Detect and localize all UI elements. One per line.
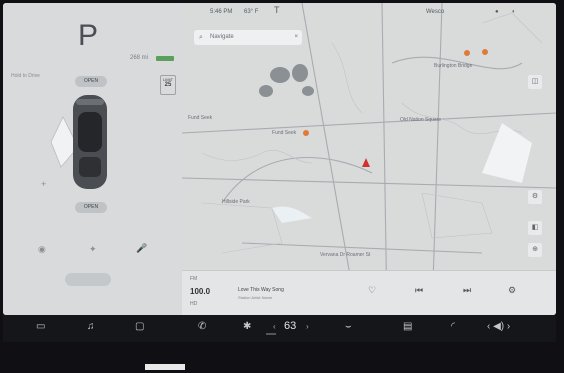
lte-icon: ● bbox=[495, 9, 499, 15]
glare-reflection bbox=[145, 364, 185, 370]
current-location-icon bbox=[362, 158, 370, 167]
media-settings-icon[interactable]: ⚙ bbox=[508, 285, 516, 296]
headlights-icon[interactable]: ◉ bbox=[38, 244, 46, 255]
map-street-label: Vervana Dr Roamer St bbox=[320, 252, 371, 258]
poi-marker-icon[interactable] bbox=[303, 130, 309, 136]
map-label: Burlington Bridge bbox=[434, 63, 473, 69]
music-icon[interactable]: ♫ bbox=[87, 321, 95, 332]
volume-icon[interactable]: ‹ ◀) › bbox=[487, 321, 510, 332]
car-status-panel: P 268 mi Hold to Drive OPEN LIMIT 25 + O… bbox=[3, 3, 182, 315]
media-artist: Station Artist Name bbox=[238, 295, 273, 300]
map-layers-icon[interactable]: ◧ bbox=[528, 221, 542, 235]
microphone-icon[interactable]: 🎤 bbox=[136, 243, 147, 254]
recenter-icon[interactable]: ⊕ bbox=[528, 243, 542, 257]
cabin-temperature: 63 bbox=[284, 320, 297, 332]
next-track-icon[interactable]: ⏭ bbox=[463, 285, 471, 296]
status-label: Wesco bbox=[426, 9, 445, 15]
side-info: Hold to Drive bbox=[11, 73, 40, 79]
navigate-search-field[interactable]: ⌕ Navigate × bbox=[194, 30, 302, 45]
map-label: Fund Seek bbox=[272, 130, 297, 136]
speed-limit-value: 25 bbox=[164, 82, 172, 88]
map-roads bbox=[182, 3, 556, 315]
map-zoom-icon[interactable]: ◫ bbox=[528, 75, 542, 89]
poi-marker-icon[interactable] bbox=[464, 50, 470, 56]
previous-track-icon[interactable]: ⏮ bbox=[415, 285, 423, 296]
battery-icon bbox=[156, 56, 174, 61]
search-icon: ⌕ bbox=[199, 34, 203, 41]
status-light bbox=[266, 333, 276, 335]
app-launcher-icon[interactable]: ▢ bbox=[135, 321, 144, 332]
search-placeholder: Navigate bbox=[210, 34, 234, 40]
car-menu-button[interactable] bbox=[65, 273, 111, 286]
clock: 5:46 PM bbox=[210, 9, 233, 15]
favorite-icon[interactable]: ♡ bbox=[368, 285, 376, 296]
map-label: Old Nation Square bbox=[400, 117, 442, 123]
navigation-map[interactable]: 5:46 PM 63° F T Wesco ● ◐ ⌕ Navigate × F… bbox=[182, 3, 556, 315]
poi-marker-icon[interactable] bbox=[482, 49, 488, 55]
map-settings-icon[interactable]: ⚙ bbox=[528, 190, 542, 204]
map-label: Hillside Park bbox=[222, 199, 250, 205]
media-band: HD bbox=[190, 301, 198, 307]
open-trunk-button[interactable]: OPEN bbox=[75, 202, 107, 213]
temp-down-icon[interactable]: ‹ bbox=[273, 322, 276, 331]
battery-range: 268 mi bbox=[130, 55, 149, 61]
wifi-icon: ◐ bbox=[512, 9, 516, 15]
map-label: Fund Seek bbox=[188, 115, 213, 121]
touchscreen: P 268 mi Hold to Drive OPEN LIMIT 25 + O… bbox=[3, 3, 556, 315]
bottom-taskbar: ▭ ♫ ▢ ✆ ✱ ‹ 63 › ⌣ ▤ ◜ ‹ ◀) › bbox=[3, 315, 556, 342]
car-icon[interactable]: ▭ bbox=[36, 321, 45, 332]
seat-heater-icon[interactable]: ⌣ bbox=[345, 321, 352, 332]
media-player: FM 100.0 HD Love This Way Song Station A… bbox=[182, 270, 556, 315]
media-frequency: 100.0 bbox=[190, 287, 211, 296]
outside-temp: 63° F bbox=[244, 9, 259, 15]
close-icon[interactable]: × bbox=[294, 30, 298, 45]
phone-icon[interactable]: ✆ bbox=[198, 321, 206, 332]
speed-limit-sign: LIMIT 25 bbox=[160, 75, 176, 95]
front-defrost-icon[interactable]: ◜ bbox=[451, 321, 455, 332]
gear-indicator: P bbox=[78, 19, 99, 52]
wiper-icon[interactable]: ✦ bbox=[89, 244, 97, 255]
tesla-logo-icon: T bbox=[274, 5, 280, 15]
lock-icon[interactable]: + bbox=[41, 179, 46, 189]
temp-up-icon[interactable]: › bbox=[306, 322, 309, 331]
media-title: Love This Way Song bbox=[238, 287, 284, 293]
fan-icon[interactable]: ✱ bbox=[243, 321, 251, 332]
car-model-icon bbox=[50, 95, 107, 189]
media-source: FM bbox=[190, 276, 198, 282]
rear-defrost-icon[interactable]: ▤ bbox=[403, 321, 412, 332]
open-frunk-button[interactable]: OPEN bbox=[75, 76, 107, 87]
